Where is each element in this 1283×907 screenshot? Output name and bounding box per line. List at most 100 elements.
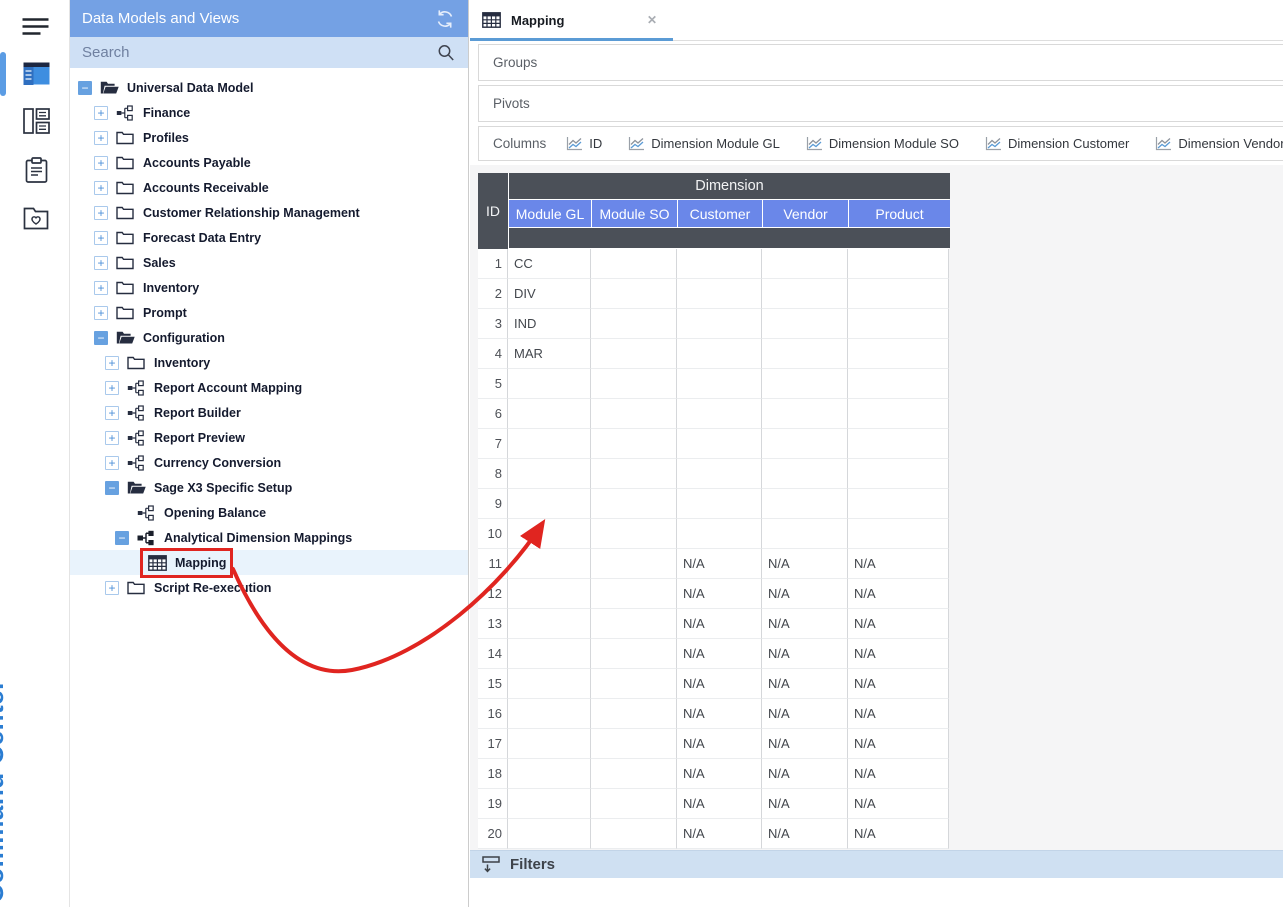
cell-module-so[interactable] bbox=[591, 789, 677, 819]
tree-item-forecast-data-entry[interactable]: +Forecast Data Entry bbox=[70, 225, 468, 250]
cell-module-gl[interactable] bbox=[508, 729, 591, 759]
plus-expander-icon[interactable]: + bbox=[94, 256, 108, 270]
cell-module-gl[interactable] bbox=[508, 579, 591, 609]
pivots-dropzone[interactable]: Pivots bbox=[478, 85, 1283, 122]
cell-customer[interactable] bbox=[677, 429, 762, 459]
cell-customer[interactable] bbox=[677, 309, 762, 339]
tree-item-sales[interactable]: +Sales bbox=[70, 250, 468, 275]
cell-product[interactable] bbox=[848, 279, 949, 309]
cell-module-gl[interactable] bbox=[508, 489, 591, 519]
cell-product[interactable]: N/A bbox=[848, 789, 949, 819]
plus-expander-icon[interactable]: + bbox=[94, 156, 108, 170]
cell-vendor[interactable]: N/A bbox=[762, 609, 848, 639]
cell-module-gl[interactable] bbox=[508, 429, 591, 459]
groups-dropzone[interactable]: Groups bbox=[478, 44, 1283, 81]
tree-item-currency-conversion[interactable]: +Currency Conversion bbox=[70, 450, 468, 475]
cell-vendor[interactable]: N/A bbox=[762, 549, 848, 579]
cell-vendor[interactable] bbox=[762, 519, 848, 549]
menu-icon[interactable] bbox=[20, 12, 52, 42]
tree-item-report-preview[interactable]: +Report Preview bbox=[70, 425, 468, 450]
cell-module-so[interactable] bbox=[591, 609, 677, 639]
cell-vendor[interactable]: N/A bbox=[762, 639, 848, 669]
cell-product[interactable]: N/A bbox=[848, 639, 949, 669]
cell-product[interactable]: N/A bbox=[848, 549, 949, 579]
cell-customer[interactable]: N/A bbox=[677, 819, 762, 849]
column-header-vendor[interactable]: Vendor bbox=[763, 200, 848, 227]
cell-customer[interactable]: N/A bbox=[677, 549, 762, 579]
row-number-cell[interactable]: 2 bbox=[478, 279, 508, 309]
row-number-cell[interactable]: 1 bbox=[478, 249, 508, 279]
minus-expander-icon[interactable]: − bbox=[78, 81, 92, 95]
cell-vendor[interactable]: N/A bbox=[762, 819, 848, 849]
cell-product[interactable]: N/A bbox=[848, 759, 949, 789]
cell-vendor[interactable]: N/A bbox=[762, 699, 848, 729]
cell-module-so[interactable] bbox=[591, 309, 677, 339]
cell-customer[interactable]: N/A bbox=[677, 699, 762, 729]
cell-module-gl[interactable] bbox=[508, 549, 591, 579]
row-number-cell[interactable]: 15 bbox=[478, 669, 508, 699]
column-chip-dimension-customer[interactable]: Dimension Customer bbox=[985, 136, 1129, 151]
cell-customer[interactable] bbox=[677, 369, 762, 399]
row-number-cell[interactable]: 5 bbox=[478, 369, 508, 399]
cell-vendor[interactable] bbox=[762, 489, 848, 519]
column-header-id[interactable]: ID bbox=[478, 173, 508, 249]
cell-module-so[interactable] bbox=[591, 639, 677, 669]
minus-expander-icon[interactable]: − bbox=[115, 531, 129, 545]
tree-item-opening-balance[interactable]: Opening Balance bbox=[70, 500, 468, 525]
filters-bar[interactable]: Filters bbox=[470, 850, 1283, 878]
row-number-cell[interactable]: 8 bbox=[478, 459, 508, 489]
row-number-cell[interactable]: 11 bbox=[478, 549, 508, 579]
cell-module-gl[interactable]: DIV bbox=[508, 279, 591, 309]
plus-expander-icon[interactable]: + bbox=[94, 206, 108, 220]
cell-module-so[interactable] bbox=[591, 459, 677, 489]
cell-product[interactable] bbox=[848, 249, 949, 279]
plus-expander-icon[interactable]: + bbox=[94, 306, 108, 320]
tree-item-accounts-payable[interactable]: +Accounts Payable bbox=[70, 150, 468, 175]
tree-item-script-re-execution[interactable]: +Script Re-execution bbox=[70, 575, 468, 600]
cell-module-so[interactable] bbox=[591, 369, 677, 399]
tree-item-finance[interactable]: +Finance bbox=[70, 100, 468, 125]
data-models-icon[interactable] bbox=[20, 58, 52, 88]
cell-customer[interactable]: N/A bbox=[677, 669, 762, 699]
cell-module-gl[interactable] bbox=[508, 459, 591, 489]
column-header-module-so[interactable]: Module SO bbox=[592, 200, 677, 227]
cell-product[interactable]: N/A bbox=[848, 669, 949, 699]
column-chip-dimension-vendor[interactable]: Dimension Vendor bbox=[1155, 136, 1283, 151]
tree-item-inventory[interactable]: +Inventory bbox=[70, 350, 468, 375]
cell-customer[interactable]: N/A bbox=[677, 639, 762, 669]
cell-module-so[interactable] bbox=[591, 579, 677, 609]
row-number-cell[interactable]: 4 bbox=[478, 339, 508, 369]
plus-expander-icon[interactable]: + bbox=[94, 231, 108, 245]
cell-module-gl[interactable] bbox=[508, 669, 591, 699]
cell-customer[interactable]: N/A bbox=[677, 759, 762, 789]
cell-module-so[interactable] bbox=[591, 489, 677, 519]
row-number-cell[interactable]: 6 bbox=[478, 399, 508, 429]
cell-product[interactable]: N/A bbox=[848, 729, 949, 759]
cell-module-so[interactable] bbox=[591, 429, 677, 459]
cell-product[interactable]: N/A bbox=[848, 819, 949, 849]
tasks-clipboard-icon[interactable] bbox=[20, 155, 52, 185]
column-header-module-gl[interactable]: Module GL bbox=[509, 200, 591, 227]
column-header-product[interactable]: Product bbox=[849, 200, 950, 227]
cell-module-so[interactable] bbox=[591, 549, 677, 579]
plus-expander-icon[interactable]: + bbox=[94, 281, 108, 295]
group-header-dimension[interactable]: Dimension bbox=[509, 173, 950, 199]
plus-expander-icon[interactable]: + bbox=[94, 181, 108, 195]
cell-product[interactable] bbox=[848, 369, 949, 399]
plus-expander-icon[interactable]: + bbox=[105, 356, 119, 370]
tree-item-universal-data-model[interactable]: −Universal Data Model bbox=[70, 75, 468, 100]
tree-item-report-builder[interactable]: +Report Builder bbox=[70, 400, 468, 425]
tree-item-customer-relationship-management[interactable]: +Customer Relationship Management bbox=[70, 200, 468, 225]
cell-product[interactable]: N/A bbox=[848, 699, 949, 729]
cell-vendor[interactable]: N/A bbox=[762, 759, 848, 789]
cell-module-so[interactable] bbox=[591, 399, 677, 429]
column-chip-dimension-module-gl[interactable]: Dimension Module GL bbox=[628, 136, 780, 151]
cell-vendor[interactable]: N/A bbox=[762, 729, 848, 759]
row-number-cell[interactable]: 17 bbox=[478, 729, 508, 759]
cell-module-gl[interactable] bbox=[508, 399, 591, 429]
plus-expander-icon[interactable]: + bbox=[105, 431, 119, 445]
plus-expander-icon[interactable]: + bbox=[94, 106, 108, 120]
cell-product[interactable]: N/A bbox=[848, 579, 949, 609]
minus-expander-icon[interactable]: − bbox=[105, 481, 119, 495]
cell-module-so[interactable] bbox=[591, 669, 677, 699]
